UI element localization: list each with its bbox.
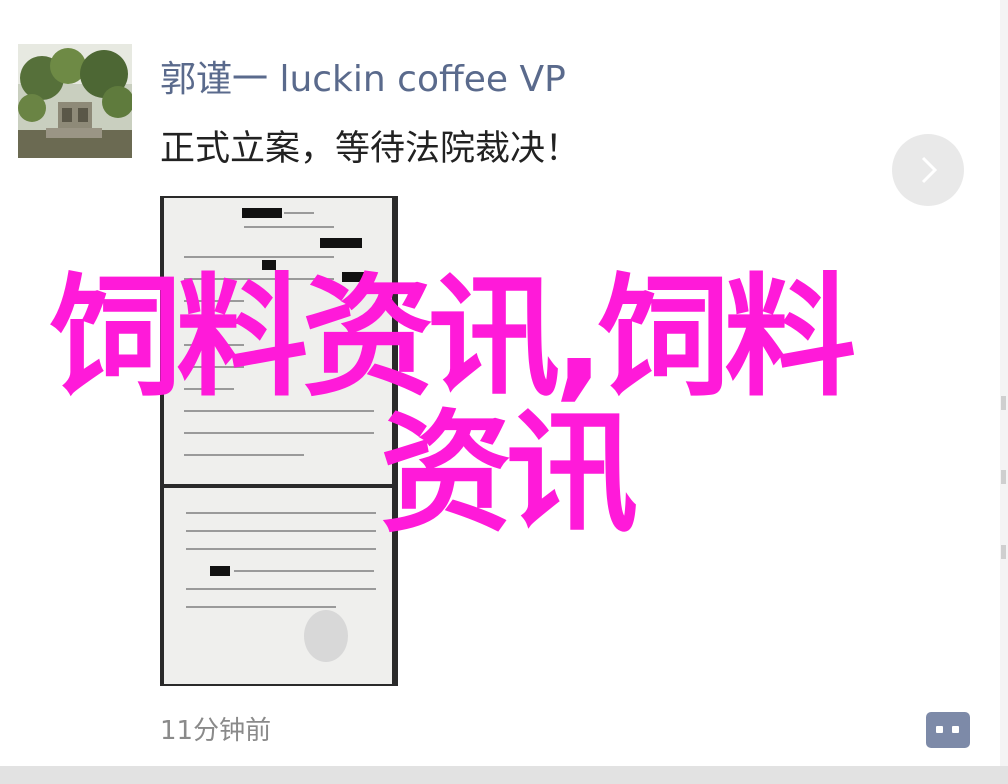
text-line xyxy=(186,606,336,608)
scroll-marker xyxy=(1001,396,1006,410)
avatar-image xyxy=(18,44,132,158)
chevron-right-icon xyxy=(921,156,938,184)
redaction-block xyxy=(242,208,282,218)
text-line xyxy=(184,432,374,434)
scroll-marker xyxy=(1001,470,1006,484)
text-line xyxy=(244,226,334,228)
text-line xyxy=(186,588,376,590)
document-page xyxy=(164,488,392,684)
watermark-line-1: 饲料资讯,饲料 xyxy=(50,261,856,415)
watermark-line-2: 资讯 xyxy=(380,397,638,551)
text-line xyxy=(284,212,314,214)
bottom-band xyxy=(0,766,1008,784)
comment-icon xyxy=(936,726,943,733)
comment-button[interactable] xyxy=(926,712,970,748)
text-line xyxy=(234,570,374,572)
redaction-block xyxy=(210,566,230,576)
post-text: 正式立案，等待法院裁决！ xyxy=(160,129,581,169)
text-line xyxy=(186,548,376,550)
scrollbar-track[interactable] xyxy=(1000,0,1008,766)
text-line xyxy=(186,530,376,532)
author-name[interactable]: 郭谨一 luckin coffee VP xyxy=(160,50,566,102)
comment-icon xyxy=(952,726,959,733)
redaction-block xyxy=(320,238,362,248)
text-line xyxy=(184,256,334,258)
seal-stamp xyxy=(304,610,348,662)
next-button[interactable] xyxy=(892,134,964,206)
scroll-marker xyxy=(1001,545,1006,559)
post-timestamp: 11分钟前 xyxy=(160,716,272,746)
text-line xyxy=(184,454,304,456)
avatar[interactable] xyxy=(18,44,132,158)
text-line xyxy=(186,512,376,514)
